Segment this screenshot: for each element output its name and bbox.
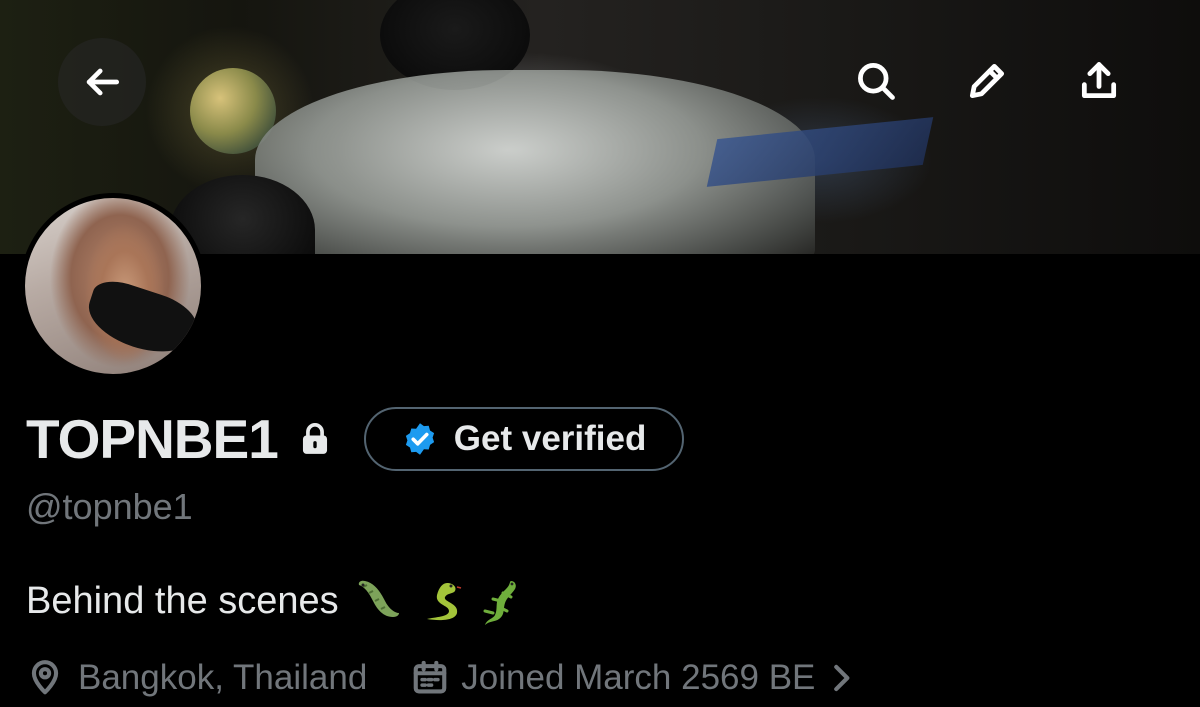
avatar-detail bbox=[80, 274, 201, 364]
display-name: TOPNBE1 bbox=[26, 408, 279, 470]
share-upload-icon bbox=[1081, 62, 1117, 99]
edit-button[interactable] bbox=[944, 38, 1030, 124]
get-verified-button[interactable]: Get verified bbox=[363, 407, 685, 471]
arrow-left-icon bbox=[86, 68, 120, 96]
search-button[interactable] bbox=[833, 38, 919, 124]
lizard-emoji bbox=[483, 581, 516, 625]
back-button[interactable] bbox=[58, 38, 146, 126]
get-verified-label: Get verified bbox=[453, 419, 647, 458]
location-item: Bangkok, Thailand bbox=[26, 658, 367, 698]
bio-text: Behind the scenes bbox=[26, 579, 339, 622]
avatar[interactable] bbox=[20, 193, 206, 379]
location-text: Bangkok, Thailand bbox=[78, 658, 368, 697]
snake-emoji bbox=[426, 583, 461, 621]
bio-emojis bbox=[353, 575, 525, 627]
verified-badge-icon bbox=[405, 423, 434, 455]
profile-bio: Behind the scenes bbox=[26, 575, 525, 627]
location-pin-icon bbox=[31, 660, 59, 695]
search-icon bbox=[858, 63, 895, 100]
chevron-right-icon bbox=[834, 664, 850, 692]
profile-meta: Bangkok, Thailand Joined March 2569 BE bbox=[26, 654, 855, 702]
name-row: TOPNBE1 Get verified bbox=[26, 406, 685, 472]
profile-handle: @topnbe1 bbox=[26, 486, 193, 527]
calendar-icon bbox=[413, 660, 447, 694]
pencil-icon bbox=[969, 63, 1005, 99]
joined-text: Joined March 2569 BE bbox=[461, 658, 816, 697]
avatar-image bbox=[25, 198, 201, 374]
lock-icon bbox=[298, 419, 334, 459]
joined-item[interactable]: Joined March 2569 BE bbox=[411, 658, 855, 698]
share-button[interactable] bbox=[1056, 38, 1142, 124]
crocodile-emoji bbox=[358, 580, 399, 617]
